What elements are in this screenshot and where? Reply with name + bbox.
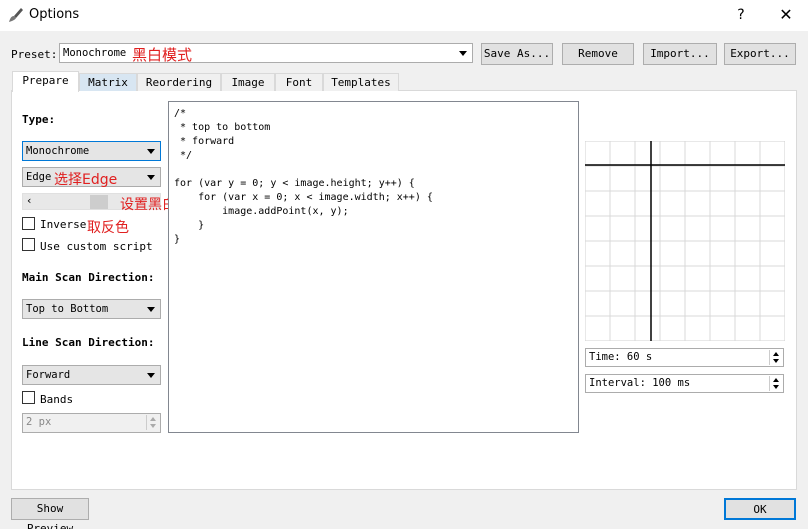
chevron-down-icon	[459, 51, 467, 56]
bands-width-spinbox[interactable]: 2 px	[22, 413, 161, 433]
custom-script-label: Use custom script	[40, 240, 153, 253]
inverse-checkbox[interactable]	[22, 217, 35, 230]
chevron-down-icon	[147, 373, 155, 378]
inverse-label: Inverse	[40, 218, 87, 231]
export-button[interactable]: Export...	[724, 43, 796, 65]
arrow-down-icon[interactable]	[150, 424, 156, 428]
title-bar	[0, 0, 808, 31]
chevron-left-icon[interactable]: ‹	[26, 194, 33, 207]
type-select-value: Monochrome	[26, 145, 90, 157]
bands-label: Bands	[40, 393, 74, 406]
bands-width-value: 2 px	[26, 416, 52, 428]
preset-label: Preset:	[11, 48, 58, 61]
remove-button[interactable]: Remove	[562, 43, 634, 65]
script-editor[interactable]: /* * top to bottom * forward */ for (var…	[168, 101, 579, 433]
spin-buttons[interactable]	[769, 350, 782, 365]
type-select[interactable]: Monochrome	[22, 141, 161, 161]
edge-annotation: 选择Edge	[54, 172, 118, 188]
line-scan-select-value: Forward	[26, 369, 71, 381]
arrow-down-icon[interactable]	[773, 385, 779, 389]
import-button[interactable]: Import...	[643, 43, 717, 65]
brush-icon	[9, 8, 23, 22]
interval-value: Interval: 100 ms	[589, 377, 691, 389]
help-button[interactable]: ?	[731, 4, 751, 26]
preset-annotation: 黑白模式	[132, 46, 193, 64]
show-preview-button[interactable]: Show Preview	[11, 498, 89, 529]
spin-buttons[interactable]	[769, 376, 782, 391]
arrow-down-icon[interactable]	[773, 359, 779, 363]
type-label: Type:	[22, 113, 56, 126]
line-scan-label: Line Scan Direction:	[22, 336, 155, 349]
script-text: /* * top to bottom * forward */ for (var…	[174, 108, 433, 245]
line-scan-select[interactable]: Forward	[22, 365, 161, 385]
custom-script-checkbox[interactable]	[22, 238, 35, 251]
chevron-down-icon	[147, 149, 155, 154]
tab-matrix[interactable]: Matrix	[79, 73, 137, 91]
slider-thumb[interactable]	[90, 195, 108, 209]
main-scan-select-value: Top to Bottom	[26, 303, 109, 315]
arrow-up-icon[interactable]	[773, 352, 779, 356]
preset-select[interactable]: Monochrome	[59, 43, 473, 63]
save-as-button[interactable]: Save As...	[481, 43, 553, 65]
tab-prepare[interactable]: Prepare	[12, 71, 79, 92]
main-scan-label: Main Scan Direction:	[22, 271, 155, 284]
arrow-up-icon[interactable]	[773, 378, 779, 382]
spin-buttons[interactable]	[146, 415, 159, 430]
inverse-annotation: 取反色	[87, 220, 129, 236]
arrow-up-icon[interactable]	[150, 417, 156, 421]
close-button[interactable]: ✕	[775, 4, 797, 26]
tab-templates[interactable]: Templates	[323, 73, 399, 91]
chevron-down-icon	[147, 175, 155, 180]
preview-canvas	[585, 141, 785, 341]
main-scan-select[interactable]: Top to Bottom	[22, 299, 161, 319]
edge-select-value: Edge	[26, 171, 52, 183]
tab-image[interactable]: Image	[221, 73, 275, 91]
chevron-down-icon	[147, 307, 155, 312]
time-spinbox[interactable]: Time: 60 s	[585, 348, 784, 367]
tab-font[interactable]: Font	[275, 73, 323, 91]
bands-checkbox[interactable]	[22, 391, 35, 404]
interval-spinbox[interactable]: Interval: 100 ms	[585, 374, 784, 393]
tab-reordering[interactable]: Reordering	[137, 73, 221, 91]
ok-button[interactable]: OK	[724, 498, 796, 520]
window-title: Options	[29, 7, 80, 22]
preset-select-value: Monochrome	[63, 47, 127, 59]
time-value: Time: 60 s	[589, 351, 653, 363]
